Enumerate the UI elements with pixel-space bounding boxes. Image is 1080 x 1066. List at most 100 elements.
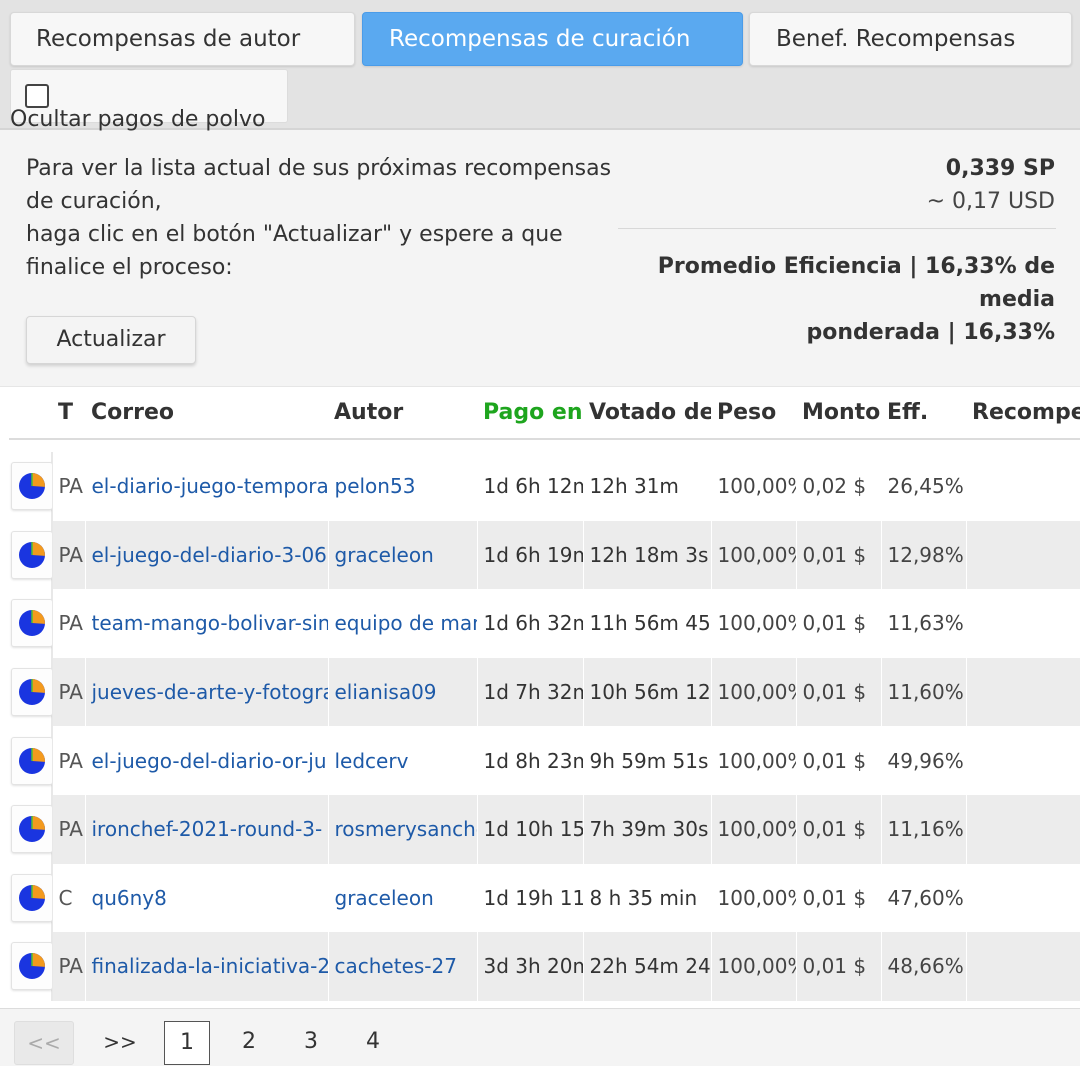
row-icon-cell[interactable] [9, 726, 53, 795]
pagination-prev-button[interactable]: << [14, 1021, 74, 1065]
tab-author-rewards[interactable]: Recompensas de autor [10, 12, 355, 66]
row-type: PA [52, 726, 86, 795]
row-efficiency: 47,60% [881, 863, 967, 933]
row-icon-cell[interactable] [9, 452, 53, 521]
pie-chart-icon[interactable] [11, 599, 51, 648]
row-type: PA [52, 657, 86, 727]
row-icon-cell[interactable] [9, 657, 53, 727]
row-amount: 0,01 $ [796, 794, 882, 864]
row-efficiency: 11,60% [881, 657, 967, 727]
hide-dust-label: Ocultar pagos de polvo [10, 107, 266, 132]
row-reward: 0,009 [966, 863, 1080, 933]
row-weight: 100,00% [711, 657, 797, 727]
row-icon-cell[interactable] [9, 932, 53, 1001]
row-reward: 0,036 [966, 452, 1080, 521]
row-author-link[interactable]: graceleon [328, 520, 478, 590]
hide-dust-checkbox[interactable] [25, 84, 49, 108]
row-amount: 0,01 $ [796, 657, 882, 727]
row-type: C [52, 863, 86, 933]
header-icon [9, 387, 52, 440]
row-voted-after: 12h 31m [583, 452, 712, 521]
row-author-link[interactable]: elianisa09 [328, 657, 478, 727]
row-icon-cell[interactable] [9, 589, 53, 658]
table-row: PA el-diario-juego-temporada pelon53 1d 6h … [9, 452, 1080, 521]
header-type[interactable]: T [52, 387, 85, 440]
instructions-text: Para ver la lista actual de sus próximas… [26, 152, 626, 284]
table-row: PAironchef-2021-round-3-rosmerysanchez1d… [9, 794, 1080, 864]
instructions-line: finalice el proceso: [26, 255, 233, 280]
row-amount: 0,01 $ [796, 726, 882, 795]
row-efficiency: 26,45% [881, 452, 967, 521]
pie-chart-icon[interactable] [11, 873, 51, 922]
row-post-link[interactable]: el-juego-del-diario-3-06 [85, 520, 329, 590]
row-post-link[interactable]: qu6ny8 [85, 863, 329, 933]
pie-chart-icon[interactable] [11, 668, 51, 717]
header-reward[interactable]: Recompensa [966, 387, 1080, 440]
table-row: PA finalizada-la-iniciativa-2 cachetes-27 3… [9, 932, 1080, 1001]
table-header-row: T Correo Autor Pago en Votado despúes Pe… [9, 387, 1080, 440]
refresh-button[interactable]: Actualizar [26, 316, 196, 364]
header-payout[interactable]: Pago en [477, 387, 583, 440]
summary-divider [618, 228, 1056, 229]
row-payout: 1d 10h 15m [477, 794, 584, 864]
row-voted-after: 11h 56m 45s [583, 589, 712, 658]
row-author-link[interactable]: graceleon [328, 863, 478, 933]
row-post-link[interactable]: ironchef-2021-round-3- [85, 794, 329, 864]
pie-chart-icon[interactable] [11, 736, 51, 785]
pagination-next-button[interactable]: >> [90, 1021, 150, 1065]
row-post-link[interactable]: team-mango-bolivar-sin [85, 589, 329, 658]
row-payout: 1d 6h 19m [477, 520, 584, 590]
header-efficiency[interactable]: Eff. [881, 387, 966, 440]
row-amount: 0,01 $ [796, 589, 882, 658]
efficiency-line: ponderada | 16,33% [806, 320, 1055, 345]
pagination-page-button[interactable]: 4 [350, 1021, 396, 1065]
pending-usd-total: ~ 0,17 USD [926, 189, 1055, 214]
row-voted-after: 9h 59m 51s [583, 726, 712, 795]
row-icon-cell[interactable] [9, 794, 53, 864]
efficiency-line: Promedio Eficiencia | 16,33% de media [657, 254, 1055, 312]
row-amount: 0,01 $ [796, 863, 882, 933]
row-author-link[interactable]: rosmerysanchez [328, 794, 478, 864]
header-author[interactable]: Autor [328, 387, 477, 440]
tab-beneficiary-rewards[interactable]: Benef. Recompensas [749, 12, 1072, 66]
row-amount: 0,02 $ [796, 452, 882, 521]
row-reward: 0,010 [966, 794, 1080, 864]
instructions-line: de curación, [26, 189, 162, 214]
pagination-page-button[interactable]: 3 [288, 1021, 334, 1065]
header-amount[interactable]: Monto [796, 387, 881, 440]
pagination-page-button[interactable]: 1 [164, 1021, 210, 1065]
row-icon-cell[interactable] [9, 863, 53, 933]
row-author-link[interactable]: equipo de mango [328, 589, 478, 658]
curation-rewards-table: T Correo Autor Pago en Votado despúes Pe… [0, 386, 1080, 1008]
row-post-link[interactable]: el-juego-del-diario-or-ju [85, 726, 329, 795]
tab-curation-rewards[interactable]: Recompensas de curación [362, 12, 743, 66]
table-row: PAteam-mango-bolivar-sinequipo de mango1… [9, 589, 1080, 658]
pagination: << >> 1 2 3 4 [0, 1008, 1080, 1066]
row-author-link[interactable]: pelon53 [328, 452, 478, 521]
row-weight: 100,00% [711, 794, 797, 864]
pagination-page-button[interactable]: 2 [226, 1021, 272, 1065]
row-efficiency: 12,98% [881, 520, 967, 590]
row-type: PA [52, 452, 86, 521]
row-payout: 1d 7h 32m [477, 657, 584, 727]
row-efficiency: 11,63% [881, 589, 967, 658]
row-payout: 3d 3h 20m [477, 932, 584, 1001]
row-weight: 100,00% [711, 520, 797, 590]
table-row: Cqu6ny8graceleon1d 19h 11m8 h 35 min100,… [9, 863, 1080, 933]
pie-chart-icon[interactable] [11, 942, 51, 991]
row-author-link[interactable]: ledcerv [328, 726, 478, 795]
table-spacer [9, 439, 1080, 452]
header-voted-after[interactable]: Votado despúes [583, 387, 711, 440]
row-reward: 0,010 [966, 726, 1080, 795]
pie-chart-icon[interactable] [11, 805, 51, 854]
row-icon-cell[interactable] [9, 520, 53, 590]
header-post[interactable]: Correo [85, 387, 328, 440]
header-weight[interactable]: Peso [711, 387, 796, 440]
pie-chart-icon[interactable] [11, 530, 51, 579]
row-efficiency: 48,66% [881, 932, 967, 1001]
row-post-link[interactable]: finalizada-la-iniciativa-2 [85, 932, 329, 1001]
pie-chart-icon[interactable] [11, 462, 51, 511]
row-author-link[interactable]: cachetes-27 [328, 932, 478, 1001]
row-post-link[interactable]: jueves-de-arte-y-fotografia [85, 657, 329, 727]
row-post-link[interactable]: el-diario-juego-temporada [85, 452, 329, 521]
